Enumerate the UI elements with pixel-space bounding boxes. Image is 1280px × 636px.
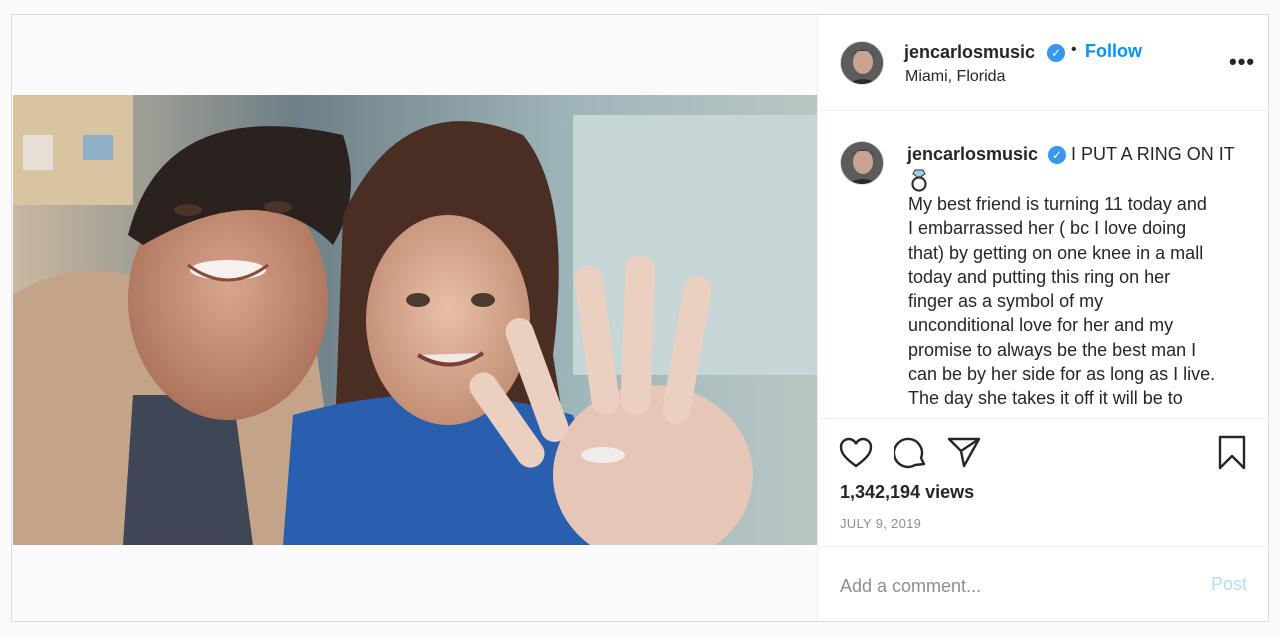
post-location[interactable]: Miami, Florida [905,68,1005,86]
caption-text: My best friend is turning 11 today and I… [908,192,1248,411]
bookmark-icon[interactable] [1217,435,1247,471]
video-frame-illustration [13,95,817,545]
caption-area: jencarlosmusic ✓ I PUT A RING ON IT My b… [819,112,1269,418]
views-count[interactable]: 1,342,194 views [840,482,974,503]
caption-line: can be by her side for as long as I live… [908,364,1216,385]
post-side-pane: jencarlosmusic ✓ • Follow Miami, Florida… [819,15,1269,621]
caption-title: I PUT A RING ON IT [1071,144,1235,164]
caption-line: unconditional love for her and my [908,315,1174,336]
paper-plane-icon[interactable] [947,436,981,468]
caption-line: that) by getting on one knee in a mall [908,242,1204,263]
comment-input[interactable] [840,571,1180,601]
post-comment-button[interactable]: Post [1211,574,1247,595]
caption-line: My best friend is turning 11 today and [908,194,1207,214]
author-avatar[interactable] [840,41,884,85]
comment-area: Post [819,546,1269,621]
caption-line: I embarrassed her ( bc I love doing [908,218,1187,239]
post-video[interactable] [13,95,817,545]
verified-badge-icon: ✓ [1048,146,1066,164]
post-date[interactable]: JULY 9, 2019 [840,516,921,531]
caption-username[interactable]: jencarlosmusic [907,144,1038,165]
ring-emoji-icon [911,169,927,192]
comment-bubble-icon[interactable] [894,436,928,470]
follow-button[interactable]: Follow [1085,41,1142,62]
media-pane [12,15,818,621]
heart-icon[interactable] [839,437,873,469]
instagram-post-card: jencarlosmusic ✓ • Follow Miami, Florida… [11,14,1269,622]
post-header: jencarlosmusic ✓ • Follow Miami, Florida… [819,15,1269,111]
caption-line: finger as a symbol of my [908,291,1104,312]
separator-dot: • [1071,41,1077,58]
more-options-icon[interactable]: ••• [1229,51,1255,73]
author-username[interactable]: jencarlosmusic [904,42,1035,63]
caption-line: The day she takes it off it will be to [908,388,1183,409]
caption-author-avatar[interactable] [840,141,884,185]
post-actions: 1,342,194 views JULY 9, 2019 [819,418,1269,546]
verified-badge-icon: ✓ [1047,44,1065,62]
caption-line: today and putting this ring on her [908,266,1171,287]
caption-line: promise to always be the best man I [908,339,1197,360]
